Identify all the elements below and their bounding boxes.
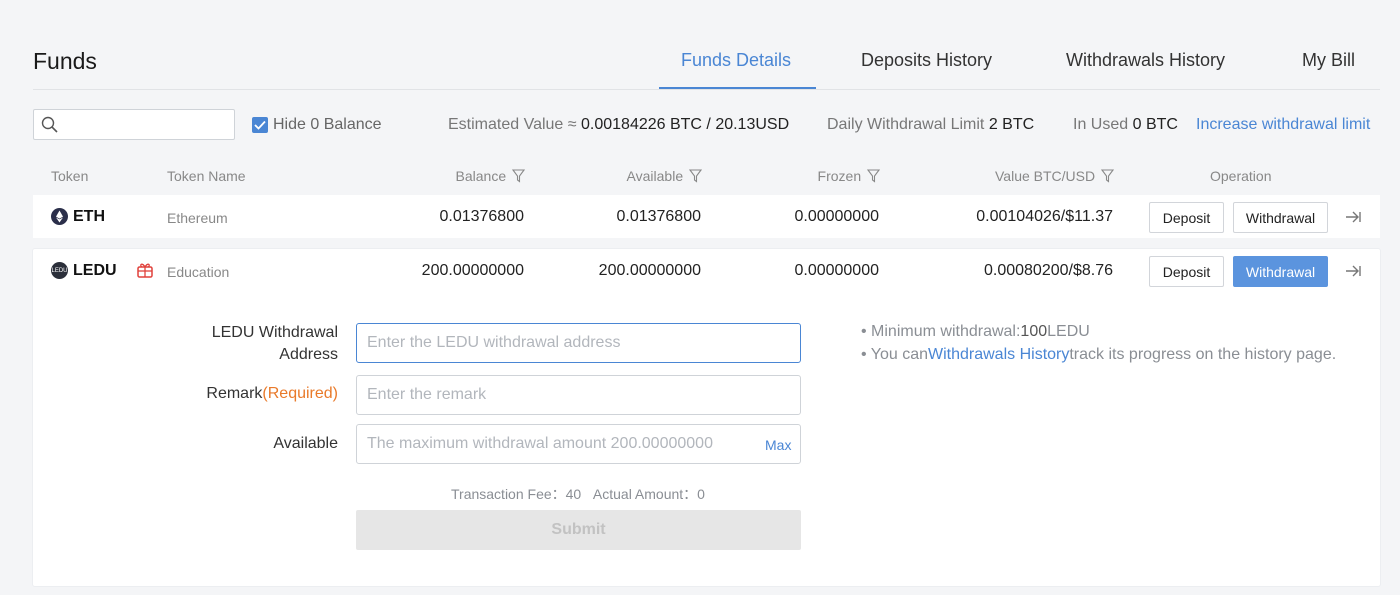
remark-input[interactable] <box>356 375 801 415</box>
min-note-prefix: • Minimum withdrawal: <box>861 323 1021 340</box>
daily-limit-label: Daily Withdrawal Limit <box>827 116 985 133</box>
required-marker: (Required) <box>262 385 338 402</box>
header-divider <box>33 89 1380 90</box>
actual-amount-value: 0 <box>697 486 705 502</box>
search-icon <box>41 116 58 133</box>
frozen-value: 0.00000000 <box>794 208 879 225</box>
checkmark-icon <box>254 120 266 130</box>
tab-withdrawals-history[interactable]: Withdrawals History <box>1066 50 1225 71</box>
amount-input[interactable] <box>356 424 801 464</box>
gift-icon <box>136 261 154 284</box>
filter-icon[interactable] <box>511 169 526 183</box>
withdrawals-history-link[interactable]: Withdrawals History <box>928 346 1069 363</box>
remark-label: Remark(Required) <box>206 385 338 403</box>
deposit-button[interactable]: Deposit <box>1149 256 1224 287</box>
available-value: 200.00000000 <box>598 262 701 279</box>
withdrawal-button-active[interactable]: Withdrawal <box>1233 256 1328 287</box>
token-name: Education <box>167 264 230 280</box>
eth-icon <box>51 208 68 230</box>
col-frozen[interactable]: Frozen <box>817 168 881 184</box>
min-withdrawal-note: • Minimum withdrawal:100LEDU <box>861 323 1090 341</box>
daily-withdrawal-limit: Daily Withdrawal Limit 2 BTC <box>827 116 1034 134</box>
address-label-line2: Address <box>279 346 338 363</box>
tab-my-bill[interactable]: My Bill <box>1302 50 1355 71</box>
increase-limit-link[interactable]: Increase withdrawal limit <box>1196 116 1370 134</box>
history-note: • You canWithdrawals Historytrack its pr… <box>861 346 1336 364</box>
deposit-button[interactable]: Deposit <box>1149 202 1224 233</box>
ledu-icon: LEDU <box>51 262 68 279</box>
col-frozen-label: Frozen <box>817 168 862 184</box>
col-value[interactable]: Value BTC/USD <box>995 168 1115 184</box>
estimated-value: Estimated Value ≈ 0.00184226 BTC / 20.13… <box>448 116 789 134</box>
actual-amount-label: Actual Amount： <box>592 486 698 502</box>
withdrawal-button[interactable]: Withdrawal <box>1233 202 1328 233</box>
frozen-value: 0.00000000 <box>794 262 879 279</box>
col-available-label: Available <box>626 168 684 184</box>
transfer-arrow-icon[interactable] <box>1344 208 1362 226</box>
col-operation: Operation <box>1210 168 1272 184</box>
history-note-suffix: track its progress on the history page. <box>1069 346 1337 363</box>
daily-limit-value: 2 BTC <box>988 116 1035 133</box>
page-title: Funds <box>33 48 97 74</box>
tab-funds-details[interactable]: Funds Details <box>681 50 791 71</box>
remark-label-text: Remark <box>206 385 263 402</box>
col-token: Token <box>51 168 89 184</box>
estimated-value-label: Estimated Value ≈ <box>448 116 577 133</box>
max-button[interactable]: Max <box>765 437 791 453</box>
available-label: Available <box>273 435 338 452</box>
hide-zero-label[interactable]: Hide 0 Balance <box>273 116 382 134</box>
fee-label: Transaction Fee： <box>451 486 566 502</box>
available-value: 0.01376800 <box>616 208 701 225</box>
col-balance[interactable]: Balance <box>455 168 526 184</box>
col-available[interactable]: Available <box>626 168 703 184</box>
address-label-line1: LEDU Withdrawal <box>211 324 338 341</box>
search-input[interactable] <box>33 109 235 140</box>
filter-icon[interactable] <box>1100 169 1115 183</box>
filter-icon[interactable] <box>866 169 881 183</box>
in-used-label: In Used <box>1073 116 1129 133</box>
min-note-unit: LEDU <box>1047 323 1090 340</box>
col-value-label: Value BTC/USD <box>995 168 1096 184</box>
history-note-prefix: • You can <box>861 346 928 363</box>
transfer-arrow-icon[interactable] <box>1344 262 1362 280</box>
balance-value: 200.00000000 <box>421 262 524 279</box>
fee-summary: Transaction Fee：40 Actual Amount：0 <box>451 484 705 504</box>
address-label: LEDU Withdrawal Address <box>212 322 338 366</box>
in-used-value: 0 BTC <box>1132 116 1178 133</box>
submit-button[interactable]: Submit <box>356 510 801 550</box>
tab-deposits-history[interactable]: Deposits History <box>861 50 992 71</box>
value-btc-usd: 0.00104026/$11.37 <box>976 208 1113 225</box>
balance-value: 0.01376800 <box>439 208 524 225</box>
col-token-name: Token Name <box>167 168 246 184</box>
token-name: Ethereum <box>167 210 228 226</box>
filter-icon[interactable] <box>688 169 703 183</box>
token-symbol: LEDU <box>73 262 117 279</box>
estimated-value-amount: 0.00184226 BTC / 20.13USD <box>581 116 790 133</box>
min-note-amount: 100 <box>1020 323 1048 340</box>
value-btc-usd: 0.00080200/$8.76 <box>983 262 1113 279</box>
hide-zero-checkbox[interactable] <box>252 117 268 133</box>
col-balance-label: Balance <box>455 168 507 184</box>
in-used: In Used 0 BTC <box>1073 116 1178 134</box>
withdrawal-address-input[interactable] <box>356 323 801 363</box>
fee-value: 40 <box>565 486 582 502</box>
token-symbol: ETH <box>73 208 105 225</box>
